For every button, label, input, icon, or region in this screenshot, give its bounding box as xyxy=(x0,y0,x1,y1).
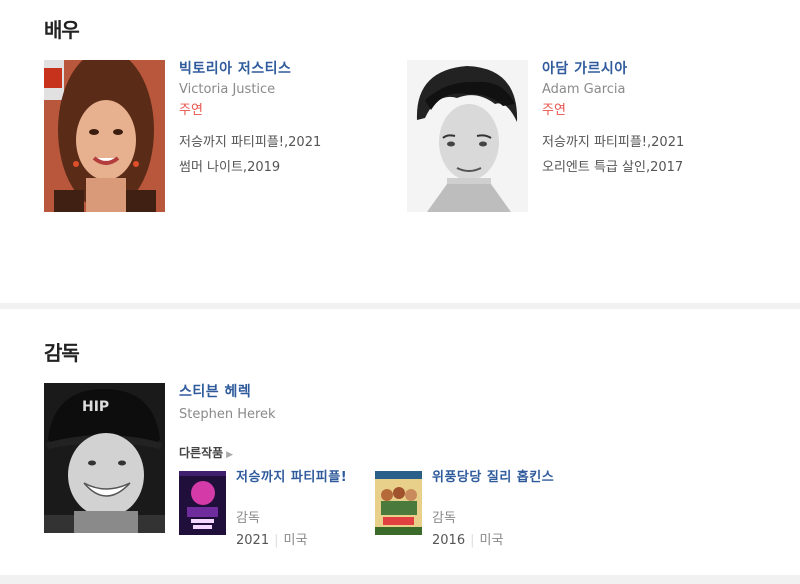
film-title-link[interactable]: 저승까지 파티피플! xyxy=(236,469,366,486)
svg-text:HIP: HIP xyxy=(82,399,109,415)
section-divider xyxy=(0,575,800,584)
other-works-link[interactable]: 다른작품 ▶ xyxy=(179,444,233,461)
film-poster[interactable] xyxy=(375,471,422,535)
actor-photo[interactable] xyxy=(407,60,528,212)
film-role: 감독 xyxy=(236,511,260,526)
film-role: 감독 xyxy=(432,511,456,526)
director-section: 감독 HIP 스티븐 헤렉 Stephen Herek 다른작품 ▶ 저승까지 … xyxy=(0,309,800,575)
film-meta: 2016 | 미국 xyxy=(432,529,503,548)
actor-work-link[interactable]: 썸머 나이트,2019 xyxy=(179,159,409,177)
actor-name-english: Victoria Justice xyxy=(179,82,276,97)
film-country: 미국 xyxy=(283,533,308,548)
film-year: 2016 xyxy=(432,533,466,548)
film-item: 저승까지 파티피플! 감독 2021 | 미국 xyxy=(179,469,369,548)
director-section-title: 감독 xyxy=(44,341,80,365)
actor-work-link[interactable]: 오리엔트 특급 살인,2017 xyxy=(542,159,772,177)
actors-section: 배우 빅토리아 저스티스 Victoria Justice 주연 저승까지 파티… xyxy=(0,0,800,303)
actor-name-link[interactable]: 아담 가르시아 xyxy=(542,60,772,78)
actor-work-link[interactable]: 저승까지 파티피플!,2021 xyxy=(542,134,772,152)
actor-name-english: Adam Garcia xyxy=(542,82,626,97)
actor-name-link[interactable]: 빅토리아 저스티스 xyxy=(179,60,409,78)
film-meta: 2021 | 미국 xyxy=(236,529,307,548)
chevron-right-icon: ▶ xyxy=(226,450,234,460)
separator: | xyxy=(470,533,475,548)
director-name-link[interactable]: 스티븐 헤렉 xyxy=(179,383,679,401)
film-year: 2021 xyxy=(236,533,270,548)
film-poster[interactable] xyxy=(179,471,226,535)
film-title-link[interactable]: 위풍당당 질리 홉킨스 xyxy=(432,469,562,486)
actor-role: 주연 xyxy=(179,103,203,118)
director-name-english: Stephen Herek xyxy=(179,407,276,422)
actor-work-link[interactable]: 저승까지 파티피플!,2021 xyxy=(179,134,409,152)
director-card: HIP 스티븐 헤렉 Stephen Herek 다른작품 ▶ 저승까지 파티피… xyxy=(44,383,744,548)
film-country: 미국 xyxy=(479,533,504,548)
actors-section-title: 배우 xyxy=(44,18,80,42)
film-item: 위풍당당 질리 홉킨스 감독 2016 | 미국 xyxy=(375,469,565,548)
actor-card: 아담 가르시아 Adam Garcia 주연 저승까지 파티피플!,2021 오… xyxy=(407,60,777,212)
other-works-label: 다른작품 xyxy=(179,446,224,460)
actor-card: 빅토리아 저스티스 Victoria Justice 주연 저승까지 파티피플!… xyxy=(44,60,404,212)
separator: | xyxy=(274,533,279,548)
actor-role: 주연 xyxy=(542,103,566,118)
actor-photo[interactable] xyxy=(44,60,165,212)
director-photo[interactable]: HIP xyxy=(44,383,165,533)
